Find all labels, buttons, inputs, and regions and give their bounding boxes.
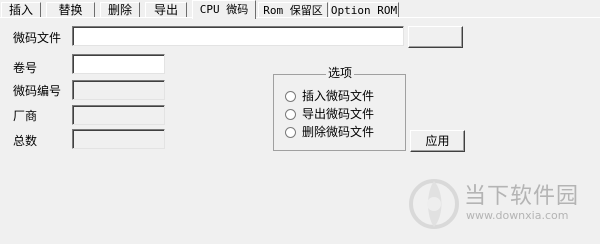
tab-replace[interactable]: 替换 [46,2,95,18]
browse-button[interactable] [408,26,463,48]
radio-delete-microcode[interactable]: 删除微码文件 [285,124,374,140]
apply-button[interactable]: 应用 [410,130,465,152]
total-label: 总数 [13,134,38,148]
tab-label: Option ROM [330,4,398,17]
microcode-file-label: 微码文件 [13,31,62,45]
radio-circle-icon [285,127,296,138]
panel-border [0,17,600,18]
tab-label: Rom 保留区 [263,4,323,17]
radio-circle-icon [285,91,296,102]
watermark-name: 当下软件园 [464,184,580,209]
microcode-id-field [72,80,165,100]
microcode-file-input[interactable] [72,26,404,46]
tab-rom-reserved[interactable]: Rom 保留区 [258,2,328,18]
tab-label: CPU 微码 [199,3,249,16]
radio-circle-icon [285,109,296,120]
options-title: 选项 [326,66,355,80]
tab-label: 替换 [58,3,83,17]
tab-insert[interactable]: 插入 [1,2,41,18]
total-field [72,129,165,149]
tab-export[interactable]: 导出 [145,2,187,18]
tab-delete[interactable]: 删除 [100,2,140,18]
radio-export-microcode[interactable]: 导出微码文件 [285,106,374,122]
tab-cpu-microcode[interactable]: CPU 微码 [192,0,256,19]
watermark-url: www.downxia.com [466,209,569,222]
tab-label: 导出 [153,3,178,17]
microcode-id-label: 微码编号 [13,84,62,98]
tab-label: 插入 [8,3,33,17]
tab-option-rom[interactable]: Option ROM [329,2,399,18]
volume-label: 卷号 [13,61,38,75]
vendor-label: 厂商 [13,109,38,123]
radio-label: 删除微码文件 [302,125,375,139]
radio-insert-microcode[interactable]: 插入微码文件 [285,88,374,104]
vendor-field [72,105,165,125]
radio-label: 导出微码文件 [302,107,375,121]
radio-label: 插入微码文件 [302,89,375,103]
tab-label: 删除 [107,3,132,17]
volume-input[interactable] [72,54,165,74]
